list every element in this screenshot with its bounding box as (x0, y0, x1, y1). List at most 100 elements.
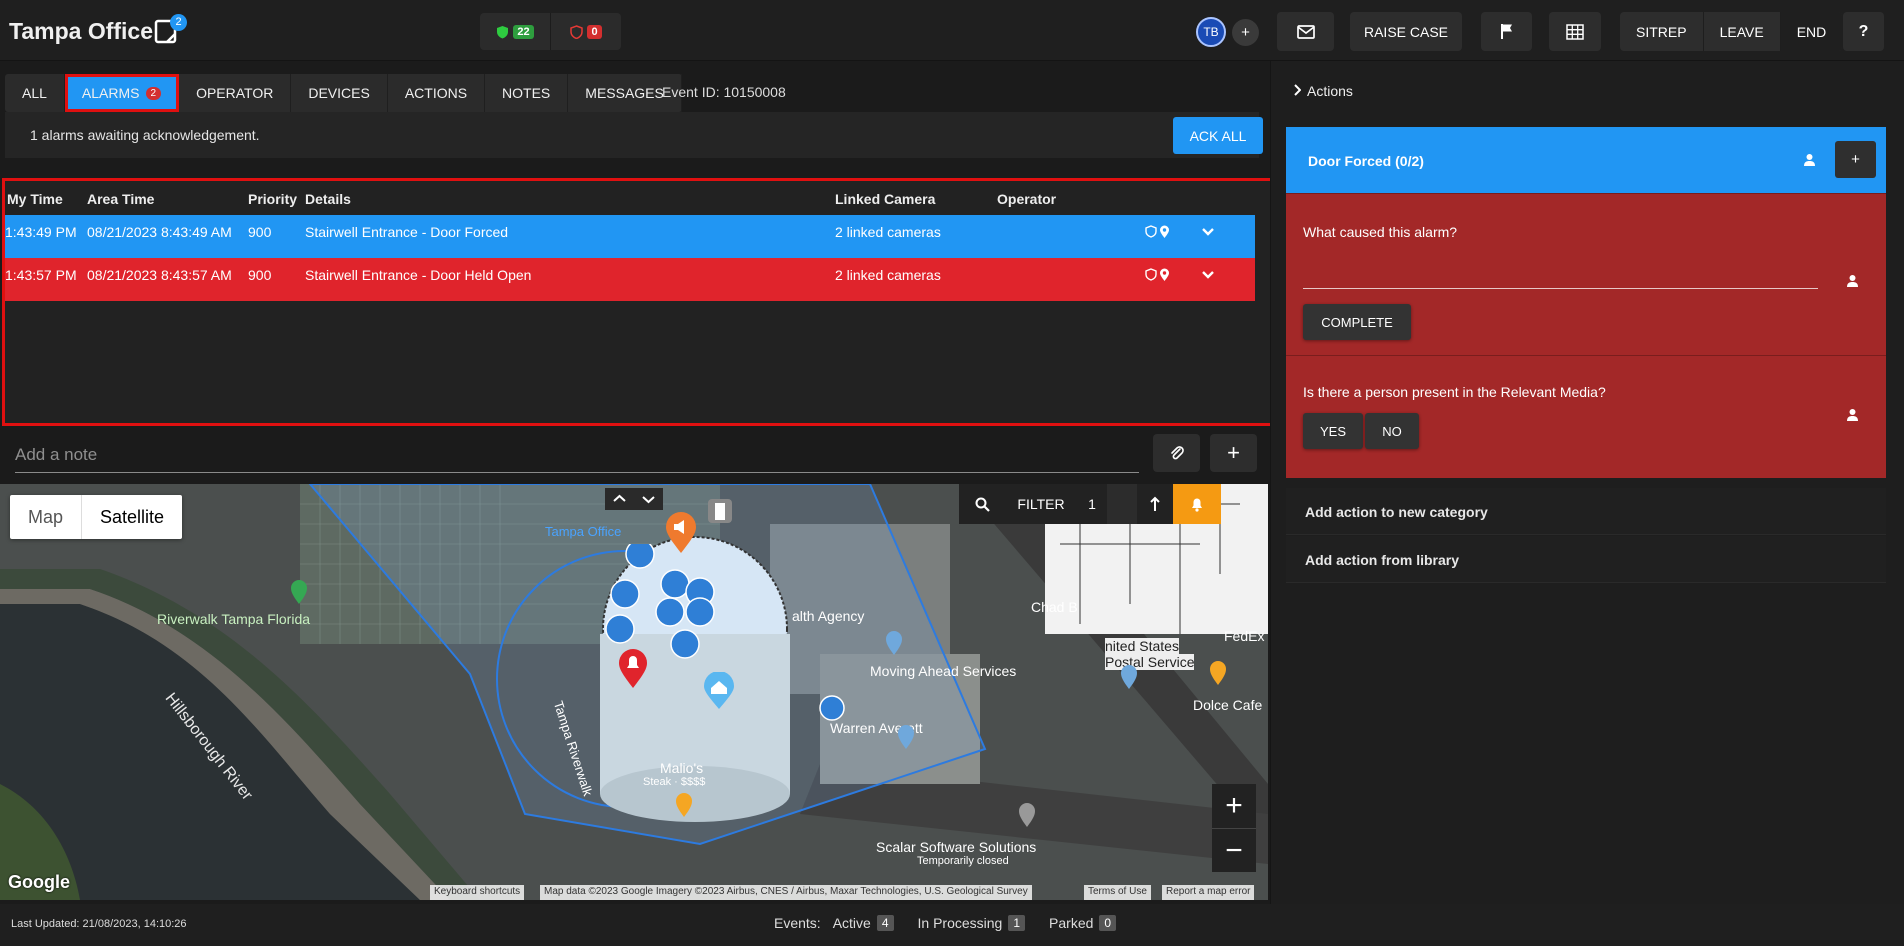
processing-label[interactable]: In Processing (918, 915, 1003, 931)
details: Stairwell Entrance - Door Forced (305, 224, 509, 240)
map-tool-blank[interactable] (1107, 484, 1137, 524)
attach-button[interactable] (1153, 434, 1200, 472)
map-filter-button[interactable]: FILTER (1005, 484, 1077, 524)
person-icon[interactable] (1846, 408, 1859, 422)
priority: 900 (248, 224, 272, 240)
note-underline (15, 472, 1139, 473)
user-avatar[interactable]: TB (1196, 17, 1226, 47)
add-action-button[interactable]: + (1835, 141, 1876, 178)
message-button[interactable] (1277, 12, 1334, 51)
actions-toggle[interactable]: Actions (1293, 83, 1353, 99)
arrow-up-icon (1150, 496, 1160, 511)
parked-label[interactable]: Parked (1049, 915, 1093, 931)
actions-heading: Actions (1307, 83, 1353, 99)
add-user-button[interactable]: + (1232, 19, 1259, 46)
tab-notes[interactable]: NOTES (485, 74, 569, 112)
alarm-bell-pin-icon[interactable] (618, 649, 648, 689)
ok-status[interactable]: 22 (480, 13, 550, 50)
speaker-pin-icon[interactable] (665, 512, 697, 554)
tab-operator[interactable]: OPERATOR (179, 74, 292, 112)
location-pin-icon[interactable] (1159, 225, 1170, 239)
person-icon[interactable] (1803, 153, 1816, 167)
note-input[interactable]: Add a note (15, 445, 97, 465)
chevron-up-icon[interactable] (605, 488, 634, 510)
table-row[interactable]: 1:43:57 PM 08/21/2023 8:43:57 AM 900 Sta… (5, 258, 1255, 301)
grid-button[interactable] (1549, 12, 1601, 51)
last-updated: Last Updated: 21/08/2023, 14:10:26 (11, 918, 187, 930)
help-button[interactable]: ? (1843, 12, 1884, 51)
table-row[interactable]: 1:43:49 PM 08/21/2023 8:43:49 AM 900 Sta… (5, 215, 1255, 258)
search-icon (975, 497, 990, 512)
map-alarm-button[interactable] (1173, 484, 1221, 524)
events-label: Events: (774, 915, 821, 931)
home-pin-icon[interactable] (703, 672, 735, 710)
terms-link[interactable]: Terms of Use (1084, 885, 1151, 900)
status-footer: Last Updated: 21/08/2023, 14:10:26 Event… (0, 904, 1904, 946)
tab-alarms[interactable]: ALARMS 2 (64, 74, 180, 112)
park-pin-icon (291, 580, 307, 604)
chevron-down-icon[interactable] (1201, 270, 1215, 280)
active-label[interactable]: Active (833, 915, 871, 931)
no-button[interactable]: NO (1365, 413, 1419, 449)
action-question: What caused this alarm? COMPLETE (1286, 193, 1886, 355)
tab-all[interactable]: ALL (5, 74, 65, 112)
linked-camera[interactable]: 2 linked cameras (835, 267, 941, 283)
add-library-row[interactable]: Add action from library (1286, 536, 1886, 583)
area-time: 08/21/2023 8:43:49 AM (87, 224, 232, 240)
column-header: Details (305, 191, 351, 207)
ack-message: 1 alarms awaiting acknowledgement. (30, 127, 260, 143)
flag-button[interactable] (1481, 12, 1532, 51)
map-share-button[interactable] (1137, 484, 1173, 524)
leave-button[interactable]: LEAVE (1702, 12, 1780, 51)
map-view[interactable]: Tampa Office Riverwalk Tampa Florida Hil… (0, 484, 1268, 900)
location-pin-icon[interactable] (1159, 268, 1170, 282)
chevron-down-icon[interactable] (1201, 227, 1215, 237)
keyboard-shortcuts-link[interactable]: Keyboard shortcuts (430, 885, 525, 900)
tab-devices[interactable]: DEVICES (291, 74, 388, 112)
tab-label: ALL (22, 85, 47, 101)
action-category-header[interactable]: Door Forced (0/2) + (1286, 127, 1886, 193)
actions-panel: Actions Door Forced (0/2) + What caused … (1270, 61, 1904, 904)
linked-camera[interactable]: 2 linked cameras (835, 224, 941, 240)
report-error-link[interactable]: Report a map error (1162, 885, 1255, 900)
session-controls: SITREP LEAVE END (1620, 12, 1843, 51)
yes-button[interactable]: YES (1303, 413, 1363, 449)
processing-count: 1 (1008, 915, 1026, 931)
place-pin-icon (1019, 803, 1035, 827)
tab-actions[interactable]: ACTIONS (388, 74, 486, 112)
tab-label: DEVICES (308, 85, 370, 101)
column-header: Operator (997, 191, 1057, 207)
area-time: 08/21/2023 8:43:57 AM (87, 267, 232, 283)
map-label: Malio's (660, 760, 704, 776)
sitrep-button[interactable]: SITREP (1620, 12, 1703, 51)
add-category-row[interactable]: Add action to new category (1286, 488, 1886, 535)
person-icon[interactable] (1846, 274, 1859, 288)
tab-label: ACTIONS (404, 85, 468, 101)
map-type-map[interactable]: Map (10, 495, 81, 539)
ack-all-button[interactable]: ACK ALL (1173, 117, 1263, 154)
status-counters: 22 0 (480, 13, 621, 50)
map-label: Postal Service (1105, 654, 1195, 670)
shield-icon[interactable] (1145, 225, 1157, 238)
parked-count: 0 (1099, 915, 1117, 931)
answer-input[interactable] (1303, 288, 1818, 289)
map-search-button[interactable] (959, 484, 1005, 524)
door-pin-icon[interactable] (706, 497, 734, 525)
end-button[interactable]: END (1779, 12, 1843, 51)
raise-case-button[interactable]: RAISE CASE (1350, 12, 1462, 51)
complete-button[interactable]: COMPLETE (1303, 304, 1411, 340)
zoom-out-button[interactable]: − (1212, 828, 1256, 872)
envelope-icon (1296, 24, 1315, 39)
alert-status[interactable]: 0 (550, 13, 621, 50)
add-category-label: Add action to new category (1305, 504, 1488, 520)
google-logo: Google (8, 872, 70, 892)
add-note-button[interactable]: + (1210, 434, 1257, 472)
chevron-right-icon (1294, 84, 1302, 96)
camera-pin-icon[interactable] (818, 694, 846, 722)
chevron-down-icon[interactable] (634, 488, 663, 510)
map-type-satellite[interactable]: Satellite (81, 495, 182, 539)
zoom-in-button[interactable]: + (1212, 784, 1256, 828)
event-counts: Events: Active 4 In Processing 1 Parked … (774, 915, 1134, 931)
map-label: Riverwalk Tampa Florida (157, 611, 311, 627)
shield-icon[interactable] (1145, 268, 1157, 281)
